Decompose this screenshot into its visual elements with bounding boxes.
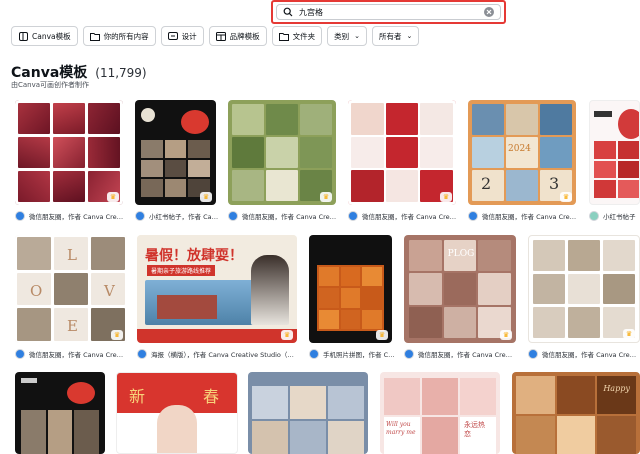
avatar	[404, 349, 414, 359]
filter-label: 文件夹	[292, 31, 316, 41]
template-card[interactable]: ♛	[309, 235, 392, 343]
card-caption: 微信朋友圈，作者 Canva Creative...	[468, 210, 580, 222]
cover-letter: E	[67, 317, 78, 336]
section-title: Canva模板 (11,799)	[11, 65, 147, 81]
template-card[interactable]: ♛	[135, 100, 216, 205]
cover-digit: 3	[549, 174, 560, 193]
template-card[interactable]: ♛	[15, 100, 123, 205]
filter-brand-templates[interactable]: 品牌模板	[208, 26, 267, 46]
filter-label: 设计	[181, 31, 197, 41]
card-caption: 微信朋友圈，作者 Canva Creative...	[15, 348, 127, 360]
cover-year: 2024	[508, 144, 531, 154]
template-card[interactable]: PLOG ♛	[404, 235, 516, 343]
card-caption: 手机照片拼图，作者 Canva C...	[309, 348, 397, 360]
card-caption: 微信朋友圈，作者 Canva Creati...	[15, 210, 127, 222]
filter-canva-templates[interactable]: Canva模板	[11, 26, 78, 46]
premium-crown-icon: ♛	[111, 330, 123, 340]
template-card[interactable]: L O V E ♛	[15, 235, 127, 343]
premium-crown-icon: ♛	[200, 192, 212, 202]
avatar	[468, 211, 478, 221]
filter-category-dropdown[interactable]: 类别 ⌄	[327, 26, 367, 46]
filter-label: 类别	[334, 31, 350, 41]
avatar	[348, 211, 358, 221]
design-icon	[167, 31, 178, 41]
cover-plog: PLOG	[447, 249, 475, 259]
filter-folders[interactable]: 文件夹	[271, 26, 323, 46]
cover-letter: L	[67, 246, 77, 264]
template-card[interactable]: ♛	[528, 235, 640, 343]
template-card[interactable]	[248, 372, 368, 454]
premium-crown-icon: ♛	[560, 192, 572, 202]
cover-spring: 春	[203, 387, 220, 406]
cover-spring: 新	[129, 387, 146, 406]
avatar	[135, 211, 145, 221]
premium-crown-icon: ♛	[500, 330, 512, 340]
avatar	[15, 349, 25, 359]
template-card[interactable]: 2024 2 3 ♛	[468, 100, 576, 205]
filter-label: Canva模板	[32, 31, 71, 41]
filter-all-your-content[interactable]: 你的所有内容	[82, 26, 156, 46]
cover-forever: 永远热恋	[464, 421, 485, 438]
filter-label: 所有者	[379, 31, 402, 41]
template-card[interactable]: 暑假！放肆耍！ 暑期亲子旅游路线推荐 ♛	[137, 235, 297, 343]
premium-crown-icon: ♛	[376, 330, 388, 340]
card-caption: 微信朋友圈，作者 Canva Creati...	[348, 210, 460, 222]
avatar	[309, 349, 319, 359]
premium-crown-icon: ♛	[107, 192, 119, 202]
premium-crown-icon: ♛	[623, 329, 635, 339]
cover-letter: O	[30, 281, 43, 300]
avatar	[589, 211, 599, 221]
card-caption: 微信朋友圈，作者 Canva Creati...	[228, 210, 340, 222]
card-caption: 微信朋友圈，作者 Canva Creative...	[528, 348, 640, 360]
card-caption: 小红书帖子，作者 Canva Creat...	[135, 210, 219, 222]
template-card[interactable]: ♛	[348, 100, 456, 205]
card-caption: 微信朋友圈，作者 Canva Creative...	[404, 348, 516, 360]
template-card[interactable]: Will you marry me 永远热恋	[380, 372, 500, 454]
search-icon	[283, 7, 293, 17]
section-subtitle: 由Canva可画创作者制作	[11, 81, 90, 89]
chevron-down-icon: ⌄	[354, 32, 360, 40]
avatar	[228, 211, 238, 221]
template-card[interactable]: ♛	[228, 100, 336, 205]
template-card[interactable]: 新 春	[116, 372, 238, 454]
cover-letter: V	[104, 281, 115, 300]
filter-label: 你的所有内容	[103, 31, 149, 41]
cover-marry: Will you marry me	[386, 421, 416, 436]
folder-icon	[278, 31, 289, 41]
avatar	[528, 349, 538, 359]
card-caption: 小红书帖子	[589, 210, 640, 222]
filter-designs[interactable]: 设计	[160, 26, 204, 46]
cover-happy: Happy	[603, 384, 630, 393]
card-caption: 海报（横版），作者 Canva Creative Studio（可画...	[137, 348, 299, 360]
cover-poster-subtitle: 暑期亲子旅游路线推荐	[147, 265, 216, 276]
template-card[interactable]: Happy	[512, 372, 640, 454]
chevron-down-icon: ⌄	[406, 32, 413, 40]
template-card[interactable]	[15, 372, 105, 454]
avatar	[15, 211, 25, 221]
cover-poster-title: 暑假！放肆耍！	[145, 248, 243, 264]
search-bar[interactable]: 九宫格	[271, 0, 506, 24]
avatar	[137, 349, 147, 359]
template-icon	[18, 31, 28, 41]
clear-search-icon[interactable]	[484, 7, 494, 17]
premium-crown-icon: ♛	[281, 330, 293, 340]
brand-icon	[215, 31, 226, 41]
cover-digit: 2	[481, 174, 492, 193]
filter-owner-dropdown[interactable]: 所有者 ⌄	[372, 26, 420, 46]
template-card[interactable]	[589, 100, 640, 205]
filter-bar: Canva模板 你的所有内容 设计 品牌模板 文件夹 类别 ⌄ 所有者 ⌄	[11, 26, 420, 46]
premium-crown-icon: ♛	[440, 192, 452, 202]
folder-icon	[89, 31, 100, 41]
result-count: (11,799)	[95, 66, 147, 80]
search-input[interactable]: 九宫格	[299, 7, 484, 18]
premium-crown-icon: ♛	[320, 192, 332, 202]
filter-label: 品牌模板	[229, 31, 260, 41]
